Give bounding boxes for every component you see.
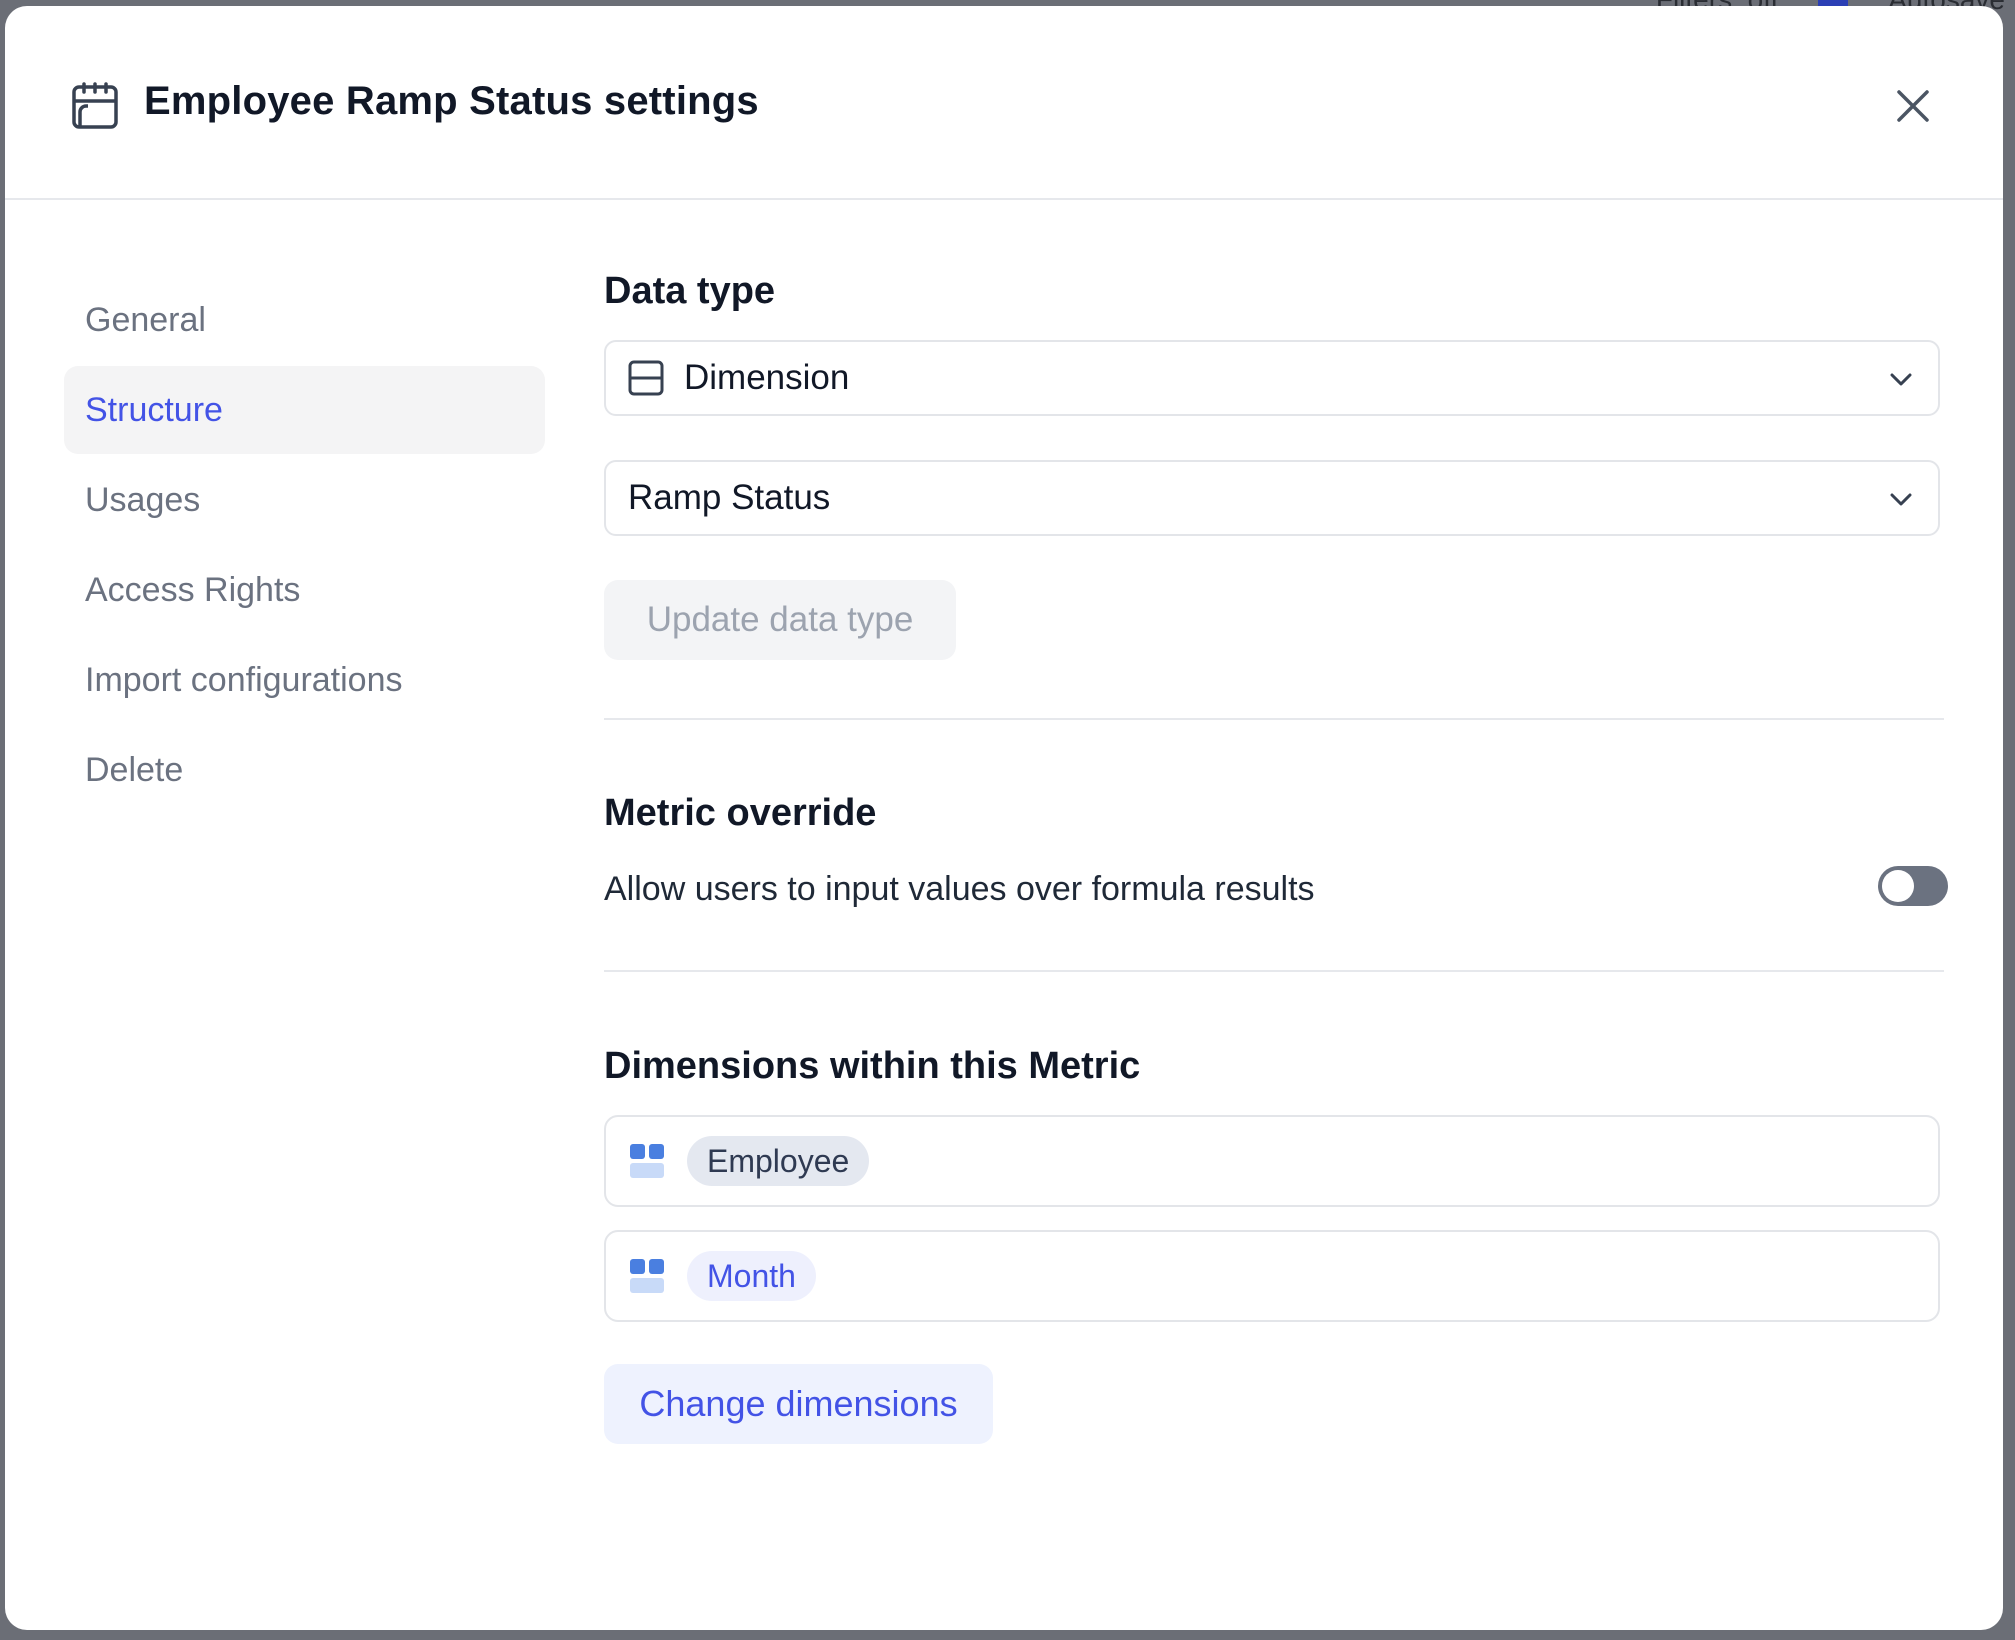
settings-sidebar: General Structure Usages Access Rights I…	[64, 276, 545, 816]
dimension-row-employee: Employee	[604, 1115, 1940, 1207]
sidebar-item-usages[interactable]: Usages	[64, 456, 545, 544]
settings-modal: Employee Ramp Status settings General St…	[5, 6, 2003, 1630]
close-icon[interactable]	[1889, 82, 1937, 130]
dimension-pill-month: Month	[687, 1251, 816, 1301]
dimension-select[interactable]: Ramp Status	[604, 460, 1940, 536]
metric-calendar-icon	[72, 82, 118, 129]
dimension-grid-icon	[630, 1259, 664, 1293]
change-dimensions-button[interactable]: Change dimensions	[604, 1364, 993, 1444]
metric-override-heading: Metric override	[604, 792, 877, 834]
update-data-type-button[interactable]: Update data type	[604, 580, 956, 660]
section-divider	[604, 970, 1944, 972]
sidebar-item-structure[interactable]: Structure	[64, 366, 545, 454]
chevron-down-icon	[1890, 373, 1912, 386]
modal-header: Employee Ramp Status settings	[5, 6, 2003, 200]
dimension-grid-icon	[630, 1144, 664, 1178]
dimension-select-value: Ramp Status	[628, 478, 831, 517]
metric-override-description: Allow users to input values over formula…	[604, 870, 1315, 908]
dimension-row-month: Month	[604, 1230, 1940, 1322]
chevron-down-icon	[1890, 493, 1912, 506]
section-divider	[604, 718, 1944, 720]
toggle-knob	[1882, 870, 1914, 902]
modal-title: Employee Ramp Status settings	[144, 79, 759, 123]
sidebar-item-access-rights[interactable]: Access Rights	[64, 546, 545, 634]
sidebar-item-import-configurations[interactable]: Import configurations	[64, 636, 545, 724]
data-type-select[interactable]: Dimension	[604, 340, 1940, 416]
dimensions-heading: Dimensions within this Metric	[604, 1045, 1141, 1087]
sidebar-item-general[interactable]: General	[64, 276, 545, 364]
data-type-select-value: Dimension	[684, 358, 850, 397]
dimension-pill-employee: Employee	[687, 1136, 870, 1186]
metric-override-toggle[interactable]	[1878, 866, 1948, 906]
sidebar-item-delete[interactable]: Delete	[64, 726, 545, 814]
data-type-heading: Data type	[604, 270, 776, 312]
dimension-icon	[628, 360, 664, 396]
